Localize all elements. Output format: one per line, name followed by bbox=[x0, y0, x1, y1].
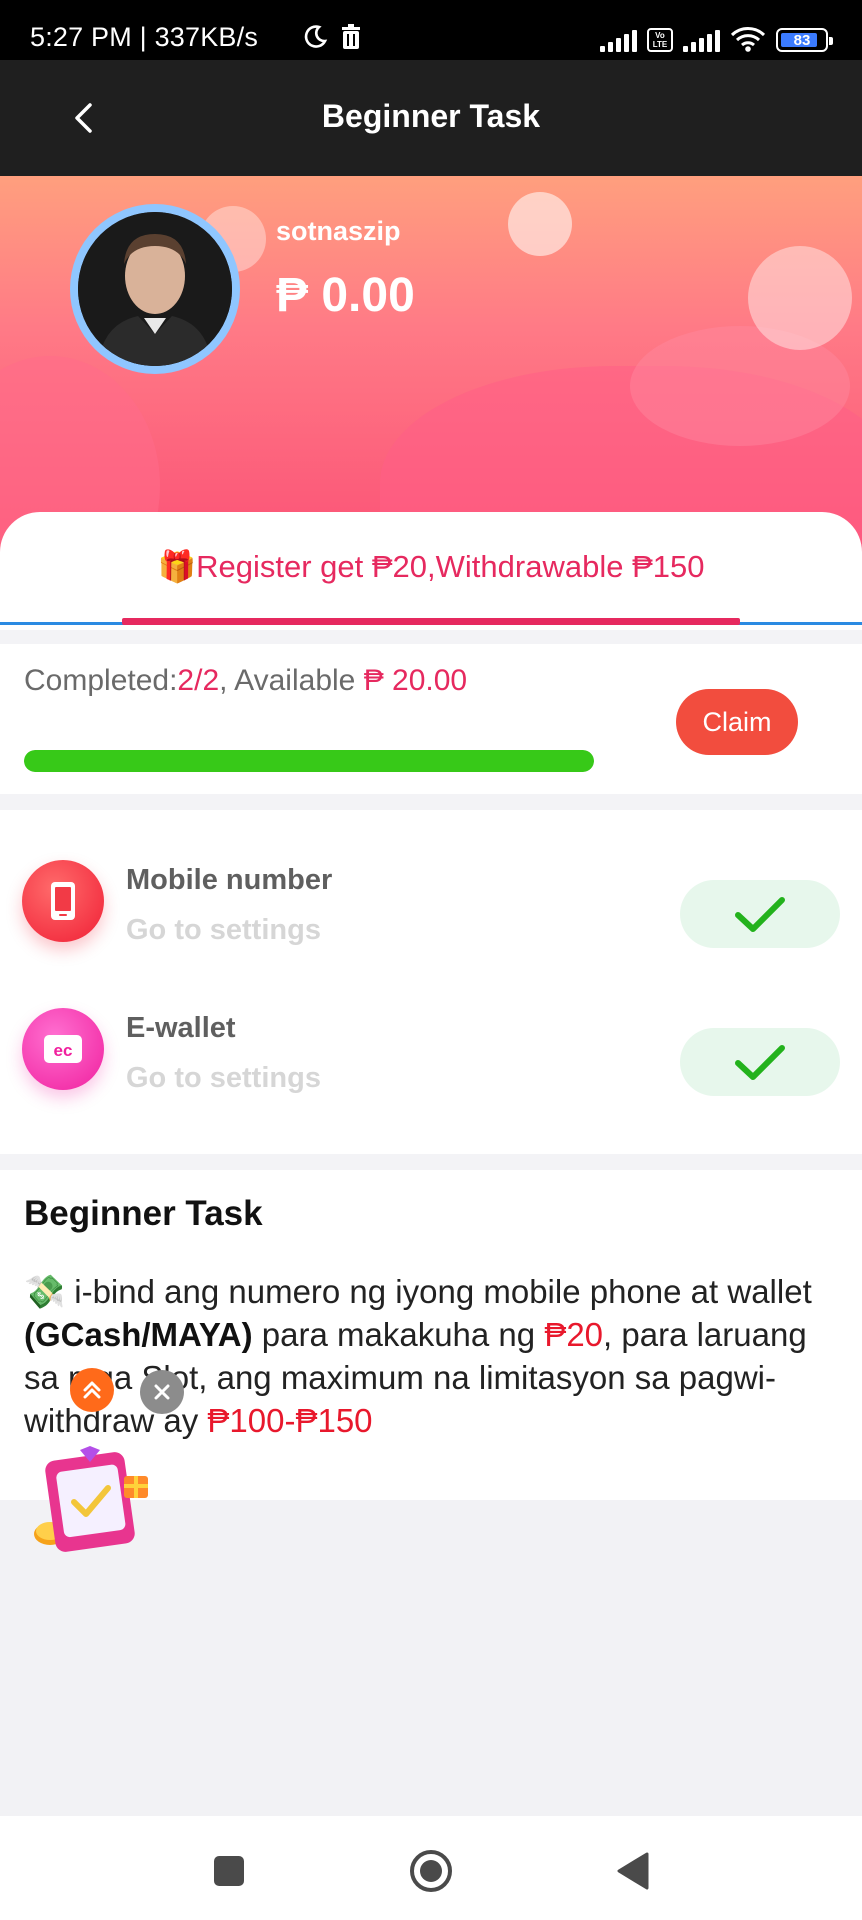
page-title: Beginner Task bbox=[321, 98, 541, 134]
money-emoji: 💸 bbox=[24, 1273, 66, 1310]
description-text: para makakuha ng bbox=[252, 1316, 545, 1353]
status-bar: 5:27 PM | 337KB/s Vo LTE 83 bbox=[0, 0, 862, 60]
divider bbox=[0, 630, 862, 644]
balance: ₱ 0.00 bbox=[276, 269, 415, 322]
task-name: Mobile number bbox=[126, 864, 333, 896]
recents-button[interactable] bbox=[204, 1846, 254, 1896]
signal-icon bbox=[600, 30, 637, 52]
bubble-decoration bbox=[748, 246, 852, 350]
svg-text:ec: ec bbox=[54, 1041, 73, 1060]
home-button[interactable] bbox=[406, 1846, 456, 1896]
signal-icon bbox=[683, 30, 720, 52]
progress-bar bbox=[24, 750, 594, 772]
battery-level: 83 bbox=[793, 32, 811, 49]
close-icon bbox=[154, 1384, 170, 1400]
progress-summary: Completed:2/2, Available ₱ 20.00 bbox=[24, 664, 467, 698]
wifi-icon bbox=[730, 27, 766, 52]
divider bbox=[0, 1154, 862, 1170]
divider bbox=[0, 794, 862, 810]
description-body: 💸 i-bind ang numero ng iyong mobile phon… bbox=[24, 1270, 844, 1442]
task-action-link[interactable]: Go to settings bbox=[126, 1062, 321, 1095]
progress-section: Completed:2/2, Available ₱ 20.00 Claim bbox=[0, 644, 862, 794]
avatar[interactable] bbox=[70, 204, 240, 374]
gift-promo-icon[interactable] bbox=[28, 1446, 154, 1560]
status-icons-left bbox=[302, 24, 362, 50]
square-icon bbox=[214, 1856, 244, 1886]
available-value: ₱ 20.00 bbox=[363, 664, 468, 697]
task-status-done bbox=[680, 1028, 840, 1096]
battery-icon: 83 bbox=[776, 28, 833, 52]
moon-icon bbox=[304, 25, 328, 48]
reward-amount: ₱20 bbox=[544, 1316, 604, 1353]
system-navigation-bar bbox=[0, 1816, 862, 1920]
claim-button[interactable]: Claim bbox=[676, 689, 798, 755]
status-icons-right: Vo LTE 83 bbox=[600, 26, 833, 52]
double-chevron-up-icon bbox=[83, 1381, 101, 1399]
phone-icon bbox=[22, 860, 104, 942]
description-title: Beginner Task bbox=[24, 1194, 263, 1233]
back-triangle-icon bbox=[617, 1852, 649, 1890]
status-time: 5:27 PM | 337KB/s bbox=[30, 22, 259, 52]
task-action-link[interactable]: Go to settings bbox=[126, 914, 321, 947]
completed-value: 2/2 bbox=[177, 664, 220, 697]
app-screen: 5:27 PM | 337KB/s Vo LTE 83 Beginner Tas… bbox=[0, 0, 862, 1920]
task-mobile-number[interactable]: Mobile number Go to settings bbox=[0, 822, 862, 952]
checkmark-icon bbox=[735, 1045, 785, 1080]
task-list: Mobile number Go to settings ec E-wallet… bbox=[0, 810, 862, 1154]
checkmark-icon bbox=[735, 897, 785, 932]
avatar-photo bbox=[78, 212, 232, 366]
title-bar: Beginner Task bbox=[0, 60, 862, 176]
available-label: , Available bbox=[219, 664, 364, 697]
bubble-decoration bbox=[508, 192, 572, 256]
task-e-wallet[interactable]: ec E-wallet Go to settings bbox=[0, 970, 862, 1100]
close-float-button[interactable] bbox=[140, 1370, 184, 1414]
volte-icon: Vo LTE bbox=[647, 28, 673, 52]
trash-icon bbox=[342, 24, 360, 49]
completed-label: Completed: bbox=[24, 664, 178, 697]
tab-register-reward[interactable]: 🎁Register get ₱20,Withdrawable ₱150 bbox=[0, 548, 862, 585]
description-text: i-bind ang numero ng iyong mobile phone … bbox=[65, 1273, 812, 1310]
task-status-done bbox=[680, 880, 840, 948]
wallet-icon: ec bbox=[22, 1008, 104, 1090]
home-circle-icon bbox=[410, 1850, 452, 1892]
progress-bar-fill bbox=[24, 750, 594, 772]
withdraw-limit: ₱100-₱150 bbox=[207, 1402, 373, 1439]
username: sotnaszip bbox=[276, 216, 401, 246]
back-nav-button[interactable] bbox=[608, 1846, 658, 1896]
wallet-names: (GCash/MAYA) bbox=[24, 1316, 253, 1353]
tab-active-indicator bbox=[122, 618, 740, 625]
scroll-top-button[interactable] bbox=[70, 1368, 114, 1412]
profile-header: sotnaszip ₱ 0.00 bbox=[0, 176, 862, 556]
task-name: E-wallet bbox=[126, 1012, 236, 1044]
